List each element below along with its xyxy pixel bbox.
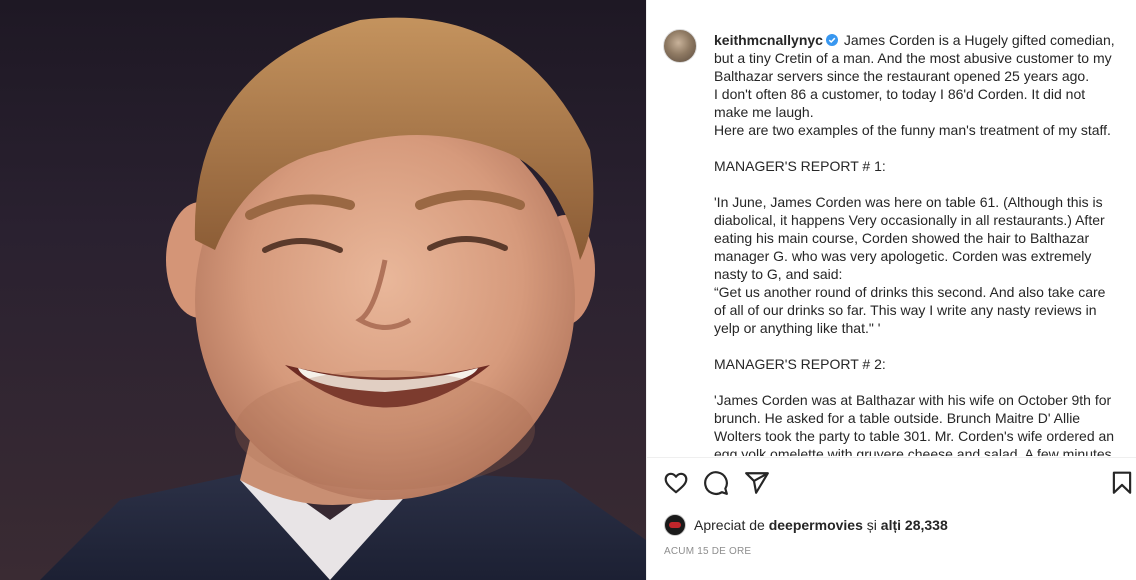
caption-line: “Get us another round of drinks this sec… bbox=[714, 284, 1106, 300]
post-detail-panel: keithmcnallynyc James Corden is a Hugely… bbox=[646, 0, 1136, 580]
caption-line: yelp or anything like that." ' bbox=[714, 320, 881, 336]
liker-username[interactable]: deepermovies bbox=[769, 517, 863, 533]
caption-line: 'James Corden was at Balthazar with his … bbox=[714, 392, 1112, 408]
share-button[interactable] bbox=[744, 470, 770, 496]
post-photo[interactable] bbox=[0, 0, 646, 580]
caption-line: I don't often 86 a customer, to today I … bbox=[714, 86, 1086, 102]
caption-line: diabolical, it happens Very occasionally… bbox=[714, 212, 1105, 228]
actions-divider bbox=[647, 457, 1136, 458]
likes-prefix: Apreciat de bbox=[694, 517, 765, 533]
caption-line: 'In June, James Corden was here on table… bbox=[714, 194, 1103, 210]
post-actions-bar bbox=[647, 470, 1136, 500]
author-username[interactable]: keithmcnallynyc bbox=[714, 32, 823, 48]
caption-text: James Corden is a Hugely gifted comedian… bbox=[843, 32, 1115, 48]
caption-line: but a tiny Cretin of a man. And the most… bbox=[714, 50, 1112, 66]
comment-button[interactable] bbox=[703, 470, 729, 496]
caption-line: nasty to G, and said: bbox=[714, 266, 843, 282]
caption-line: Wolters took the party to table 301. Mr.… bbox=[714, 428, 1115, 444]
like-button[interactable] bbox=[663, 470, 689, 496]
likes-joiner: și bbox=[866, 517, 877, 533]
likes-others-count[interactable]: alți 28,338 bbox=[881, 517, 948, 533]
caption-line: make me laugh. bbox=[714, 104, 814, 120]
portrait-illustration bbox=[40, 17, 646, 580]
liker-avatar[interactable] bbox=[664, 514, 686, 536]
caption-scroll-area[interactable]: keithmcnallynyc James Corden is a Hugely… bbox=[647, 0, 1136, 456]
post-caption: keithmcnallynyc James Corden is a Hugely… bbox=[714, 31, 1122, 456]
bookmark-icon bbox=[1112, 471, 1132, 494]
caption-line: of all of our drinks so far. This way I … bbox=[714, 302, 1097, 318]
caption-line: egg yolk omelette with gruyere cheese an… bbox=[714, 446, 1112, 456]
caption-line: brunch. He asked for a table outside. Br… bbox=[714, 410, 1081, 426]
verified-badge-icon bbox=[825, 34, 838, 46]
save-button[interactable] bbox=[1109, 470, 1135, 496]
caption-line: manager G. who was very apologetic. Cord… bbox=[714, 248, 1092, 264]
caption-line: keithmcnallynyc James Corden is a Hugely… bbox=[714, 31, 1122, 49]
author-avatar[interactable] bbox=[663, 29, 697, 63]
caption-line: MANAGER'S REPORT # 2: bbox=[714, 356, 886, 372]
caption-line: Balthazar servers since the restaurant o… bbox=[714, 68, 1090, 84]
caption-blank-line bbox=[714, 373, 1122, 391]
post-timestamp[interactable]: ACUM 15 DE ORE bbox=[664, 546, 751, 557]
caption-blank-line bbox=[714, 175, 1122, 193]
comment-icon bbox=[704, 471, 728, 495]
share-icon bbox=[745, 472, 769, 494]
caption-blank-line bbox=[714, 337, 1122, 355]
caption-blank-line bbox=[714, 139, 1122, 157]
caption-line: MANAGER'S REPORT # 1: bbox=[714, 158, 886, 174]
heart-icon bbox=[664, 472, 688, 494]
caption-line: Here are two examples of the funny man's… bbox=[714, 122, 1111, 138]
likes-summary: Apreciat de deepermovies și alți 28,338 bbox=[664, 514, 948, 536]
caption-line: eating his main course, Corden showed th… bbox=[714, 230, 1090, 246]
